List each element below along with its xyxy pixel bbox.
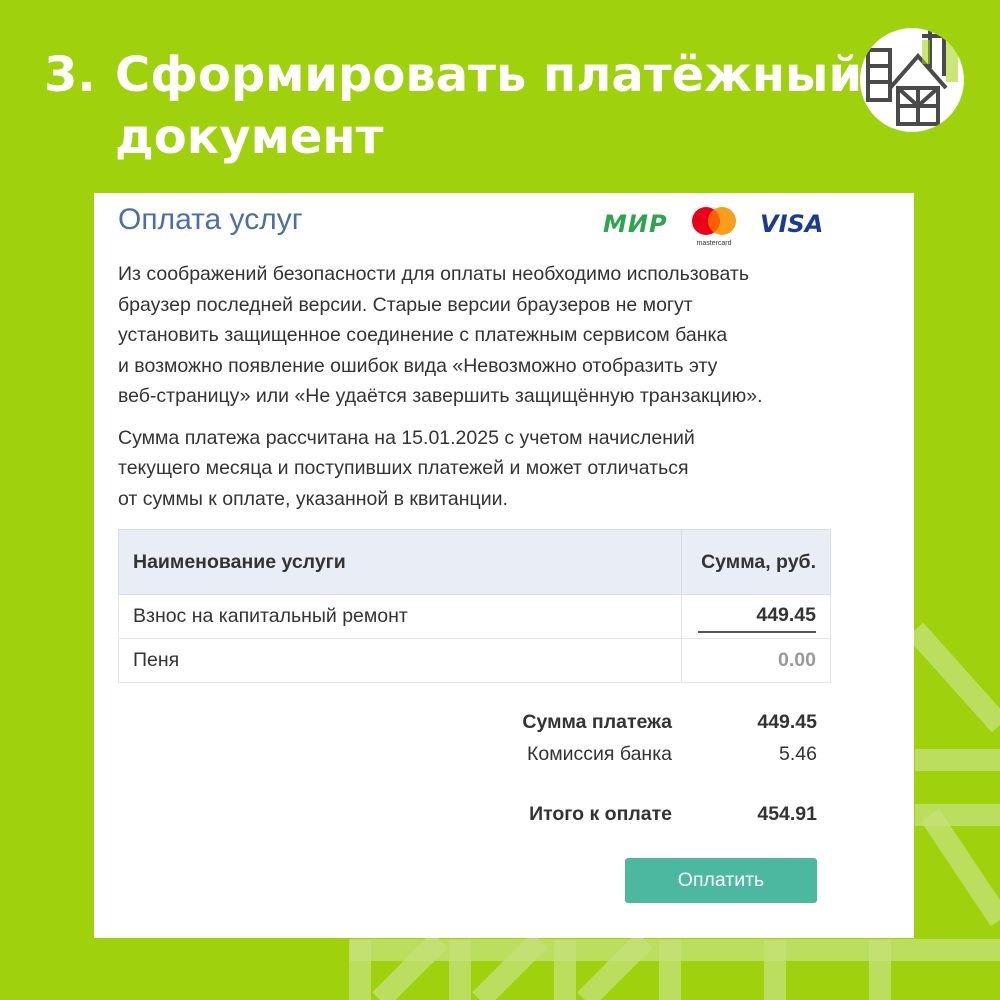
total-label: Итого к оплате [529,803,672,825]
mir-logo: МИР [603,210,668,238]
mastercard-logo: mastercard [692,207,736,247]
service-name: Взнос на капитальный ремонт [118,594,682,639]
table-row: Пеня 0.00 [118,638,831,683]
house-logo-icon [860,28,964,132]
notice-text: Из соображений безопасности для оплаты н… [118,259,858,514]
payment-sum-label: Сумма платежа [522,711,672,733]
column-header-service: Наименование услуги [118,529,682,595]
payment-card: Оплата услуг МИР mastercard VISA Из сооб… [94,193,914,938]
total-value: 454.91 [757,803,817,825]
visa-logo: VISA [760,210,824,238]
table-header-row: Наименование услуги Сумма, руб. [118,529,831,595]
card-title: Оплата услуг [118,203,303,236]
bank-fee-label: Комиссия банка [526,743,672,765]
service-name: Пеня [118,638,682,683]
amount-readonly: 0.00 [778,649,816,671]
table-row: Взнос на капитальный ремонт 449.45 [118,594,831,639]
amount-notice: Сумма платежа рассчитана на 15.01.2025 с… [118,426,695,510]
pay-button[interactable]: Оплатить [625,858,817,903]
column-header-amount: Сумма, руб. [681,529,831,595]
bank-fee-value: 5.46 [779,743,817,765]
amount-input[interactable]: 449.45 [698,604,816,633]
services-table: Наименование услуги Сумма, руб. Взнос на… [118,529,831,683]
payment-systems-logos: МИР mastercard VISA [599,201,829,249]
slide-step-number: 3. [44,47,96,103]
payment-sum-value: 449.45 [757,711,817,733]
mastercard-wordmark: mastercard [696,240,731,247]
security-notice: Из соображений безопасности для оплаты н… [118,263,763,407]
slide-title: Сформировать платёжный документ [115,47,863,165]
